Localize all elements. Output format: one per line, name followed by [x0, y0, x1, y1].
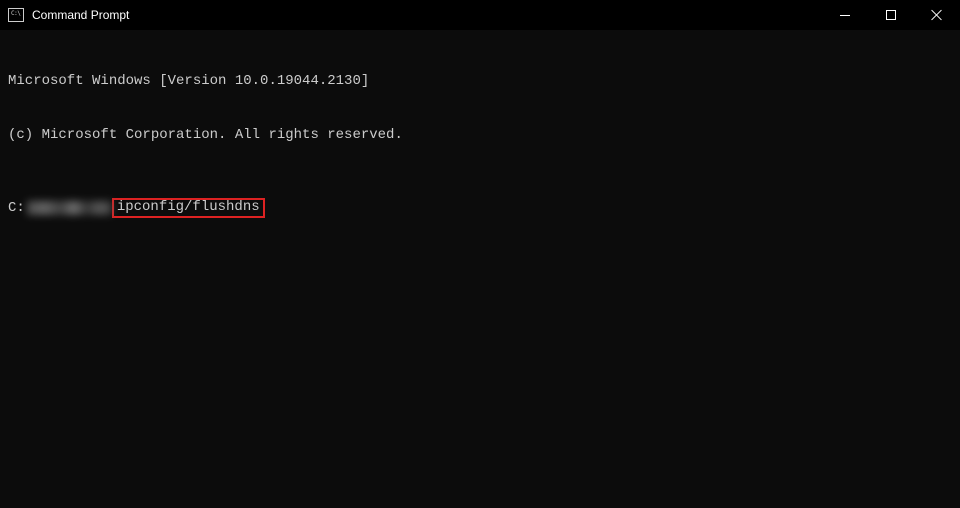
window-controls: [822, 0, 960, 30]
titlebar-left: Command Prompt: [8, 8, 129, 22]
close-button[interactable]: [914, 0, 960, 30]
prompt-drive: C:: [8, 199, 25, 217]
window-title: Command Prompt: [32, 8, 129, 22]
cmd-prompt-icon: [8, 8, 24, 22]
prompt-line: C: ipconfig/flushdns: [8, 198, 952, 218]
minimize-button[interactable]: [822, 0, 868, 30]
maximize-icon: [886, 10, 896, 20]
prompt-path-redacted: [27, 201, 112, 215]
terminal-version-line: Microsoft Windows [Version 10.0.19044.21…: [8, 72, 952, 90]
close-icon: [931, 9, 943, 21]
terminal-body[interactable]: Microsoft Windows [Version 10.0.19044.21…: [0, 30, 960, 242]
terminal-copyright-line: (c) Microsoft Corporation. All rights re…: [8, 126, 952, 144]
entered-command: ipconfig/flushdns: [112, 198, 265, 218]
window-titlebar: Command Prompt: [0, 0, 960, 30]
maximize-button[interactable]: [868, 0, 914, 30]
minimize-icon: [840, 15, 850, 16]
